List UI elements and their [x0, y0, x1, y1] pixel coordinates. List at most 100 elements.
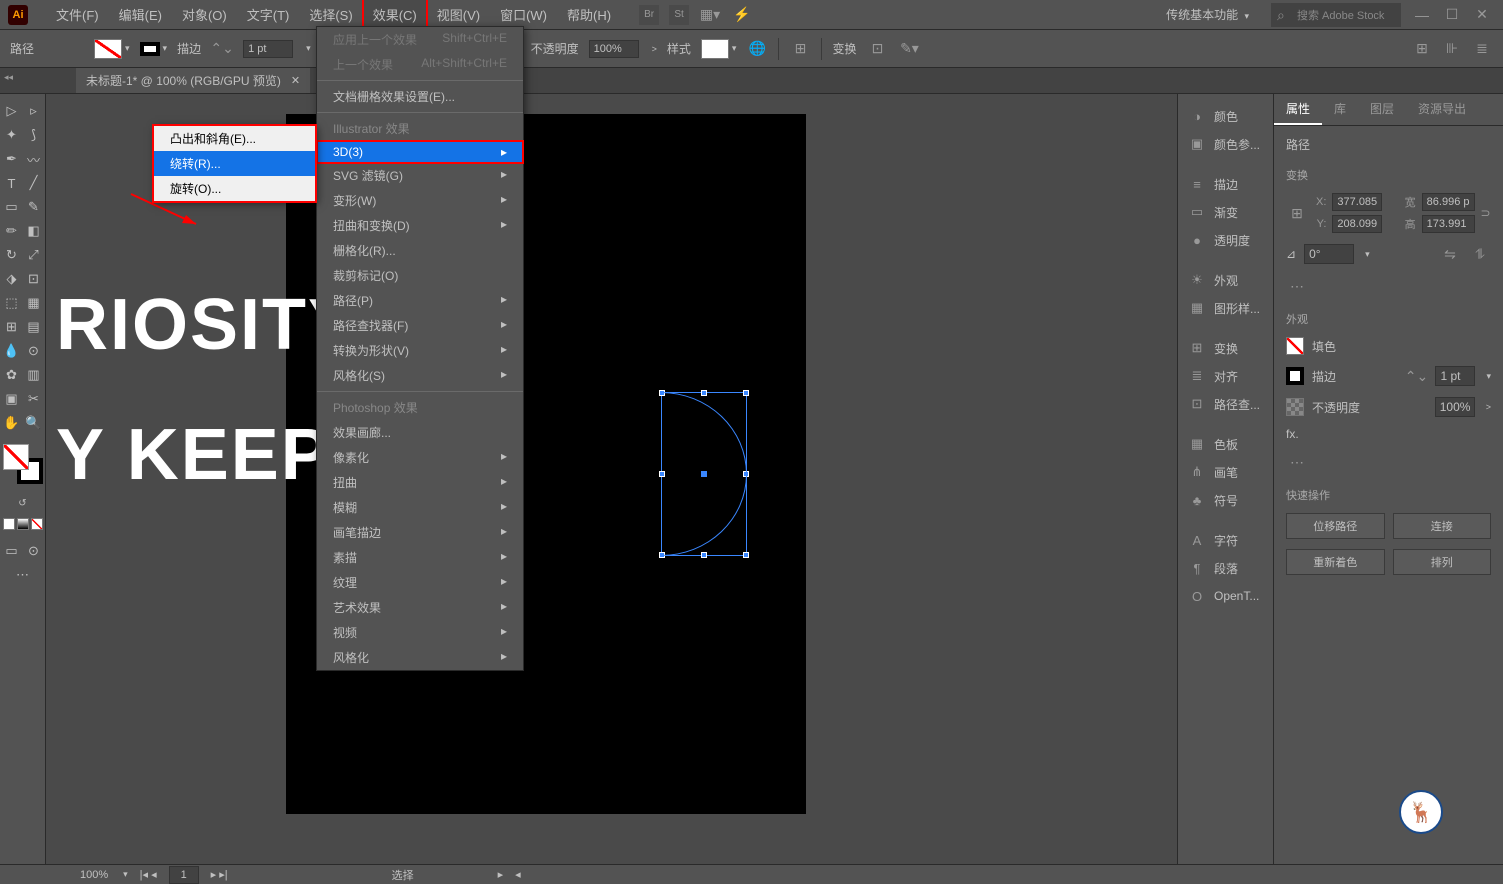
slice-tool[interactable]: ✂ — [23, 388, 45, 410]
eyedropper-tool[interactable]: 💧 — [1, 340, 23, 362]
draw-mode-tool[interactable]: ⊙ — [23, 540, 45, 562]
panel-brushes[interactable]: ⋔画笔 — [1178, 458, 1273, 486]
shaper-tool[interactable]: ✏ — [1, 220, 23, 242]
effect-path-item[interactable]: 路径(P)▸ — [317, 288, 523, 313]
free-transform-tool[interactable]: ⊡ — [23, 268, 45, 290]
tab-layers[interactable]: 图层 — [1358, 94, 1406, 125]
menu-help[interactable]: 帮助(H) — [557, 0, 621, 30]
search-input[interactable]: 搜索 Adobe Stock — [1271, 3, 1401, 27]
shape-builder-tool[interactable]: ⬚ — [1, 292, 23, 314]
stroke-swatch-prop[interactable] — [1286, 367, 1304, 385]
stroke-stepper[interactable]: ⌃⌄ — [211, 38, 233, 60]
mesh-tool[interactable]: ⊞ — [1, 316, 23, 338]
effect-stylize2-item[interactable]: 风格化▸ — [317, 645, 523, 670]
stock-icon[interactable]: St — [669, 5, 689, 25]
nav-prev-icon[interactable]: |◂ ◂ — [140, 868, 157, 881]
snap-grid-icon[interactable]: ⊞ — [1411, 38, 1433, 60]
edit-toolbar-icon[interactable]: ⋯ — [12, 564, 34, 586]
snap-point-icon[interactable]: ⊪ — [1441, 38, 1463, 60]
zoom-tool[interactable]: 🔍 — [23, 412, 45, 434]
rotate-3d-item[interactable]: 旋转(O)... — [154, 176, 315, 201]
join-button[interactable]: 连接 — [1393, 513, 1492, 539]
rotate-tool[interactable]: ↻ — [1, 244, 23, 266]
x-input[interactable]: 377.085 — [1332, 193, 1382, 211]
scale-tool[interactable]: ⤢ — [23, 244, 45, 266]
panel-symbols[interactable]: ♣符号 — [1178, 486, 1273, 514]
last-effect-item[interactable]: 上一个效果Alt+Shift+Ctrl+E — [317, 52, 523, 77]
link-wh-icon[interactable]: ⊃ — [1481, 206, 1492, 220]
y-input[interactable]: 208.099 — [1332, 215, 1382, 233]
recolor-icon[interactable]: 🌐 — [746, 38, 768, 60]
menu-object[interactable]: 对象(O) — [172, 0, 237, 30]
menu-file[interactable]: 文件(F) — [46, 0, 109, 30]
toggle-fill-icon[interactable]: ↺ — [12, 492, 34, 514]
reference-point-icon[interactable]: ⊞ — [1286, 202, 1308, 224]
line-tool[interactable]: ╱ — [23, 172, 45, 194]
effect-brushstrokes-item[interactable]: 画笔描边▸ — [317, 520, 523, 545]
screen-mode-tool[interactable]: ▭ — [1, 540, 23, 562]
arrange-button[interactable]: 排列 — [1393, 549, 1492, 575]
opacity-input[interactable]: 100% — [589, 40, 639, 58]
fill-stroke-control[interactable] — [3, 444, 43, 484]
eraser-tool[interactable]: ◧ — [23, 220, 45, 242]
extrude-bevel-item[interactable]: 凸出和斜角(E)... — [154, 126, 315, 151]
panel-transparency[interactable]: ●透明度 — [1178, 226, 1273, 254]
edit-icon[interactable]: ✎▾ — [898, 38, 920, 60]
curvature-tool[interactable]: 〰 — [23, 148, 45, 170]
tab-asset-export[interactable]: 资源导出 — [1406, 94, 1478, 125]
effect-warp-item[interactable]: 变形(W)▸ — [317, 188, 523, 213]
stroke-stepper-prop[interactable]: ⌃⌄ — [1405, 365, 1427, 387]
scroll-right-icon[interactable]: ◂ — [515, 868, 521, 881]
panel-stroke[interactable]: ≡描边 — [1178, 170, 1273, 198]
isolate-icon[interactable]: ⊡ — [866, 38, 888, 60]
color-mode-icon[interactable] — [3, 518, 15, 530]
panel-pathfinder[interactable]: ⊡路径查... — [1178, 390, 1273, 418]
symbol-tool[interactable]: ✿ — [1, 364, 23, 386]
flip-h-icon[interactable]: ⇋ — [1439, 243, 1461, 265]
opacity-prop[interactable]: 100% — [1435, 397, 1475, 417]
nav-next-icon[interactable]: ▸ ▸| — [211, 868, 228, 881]
w-input[interactable]: 86.996 p — [1422, 193, 1475, 211]
panel-toggle-left-icon[interactable]: ◂◂ — [4, 72, 13, 83]
effect-svgfilter-item[interactable]: SVG 滤镜(G)▸ — [317, 163, 523, 188]
panel-character[interactable]: A字符 — [1178, 526, 1273, 554]
effect-sketch-item[interactable]: 素描▸ — [317, 545, 523, 570]
recolor-button[interactable]: 重新着色 — [1286, 549, 1385, 575]
document-tab[interactable]: 未标题-1* @ 100% (RGB/GPU 预览) ✕ — [76, 68, 310, 93]
gradient-mode-icon[interactable] — [17, 518, 29, 530]
fill-swatch[interactable]: ▾ — [94, 39, 130, 59]
stroke-weight-prop[interactable]: 1 pt — [1435, 366, 1475, 386]
panel-align[interactable]: ≣对齐 — [1178, 362, 1273, 390]
offset-path-button[interactable]: 位移路径 — [1286, 513, 1385, 539]
panel-transform[interactable]: ⊞变换 — [1178, 334, 1273, 362]
scroll-left-icon[interactable]: ▸ — [498, 868, 504, 881]
tab-properties[interactable]: 属性 — [1274, 94, 1322, 125]
close-tab-icon[interactable]: ✕ — [291, 74, 300, 87]
effect-cropmarks-item[interactable]: 裁剪标记(O) — [317, 263, 523, 288]
effect-distort2-item[interactable]: 扭曲▸ — [317, 470, 523, 495]
workspace-dropdown[interactable]: 传统基本功能 ▾ — [1156, 2, 1265, 27]
minimize-button[interactable]: — — [1407, 5, 1437, 25]
artboard-page-input[interactable]: 1 — [169, 866, 199, 884]
effect-pixelate-item[interactable]: 像素化▸ — [317, 445, 523, 470]
effect-texture-item[interactable]: 纹理▸ — [317, 570, 523, 595]
effect-convertshape-item[interactable]: 转换为形状(V)▸ — [317, 338, 523, 363]
stroke-swatch[interactable]: ▾ — [140, 42, 168, 56]
canvas[interactable]: RIOSITY Y KEEP — [46, 94, 1177, 864]
panel-swatches[interactable]: ▦色板 — [1178, 430, 1273, 458]
fx-label[interactable]: fx. — [1286, 427, 1299, 441]
apply-last-effect-item[interactable]: 应用上一个效果Shift+Ctrl+E — [317, 27, 523, 52]
panel-gradient[interactable]: ▭渐变 — [1178, 198, 1273, 226]
effect-video-item[interactable]: 视频▸ — [317, 620, 523, 645]
h-input[interactable]: 173.991 — [1422, 215, 1475, 233]
menu-type[interactable]: 文字(T) — [237, 0, 300, 30]
menu-edit[interactable]: 编辑(E) — [109, 0, 172, 30]
effect-blur-item[interactable]: 模糊▸ — [317, 495, 523, 520]
doc-raster-settings-item[interactable]: 文档栅格效果设置(E)... — [317, 84, 523, 109]
arrange-icon[interactable]: ▦▾ — [699, 4, 721, 26]
brush-tool[interactable]: ✎ — [23, 196, 45, 218]
lasso-tool[interactable]: ⟆ — [23, 124, 45, 146]
pen-tool[interactable]: ✒ — [1, 148, 23, 170]
panel-appearance[interactable]: ☀外观 — [1178, 266, 1273, 294]
selection-tool[interactable]: ▷ — [1, 100, 23, 122]
